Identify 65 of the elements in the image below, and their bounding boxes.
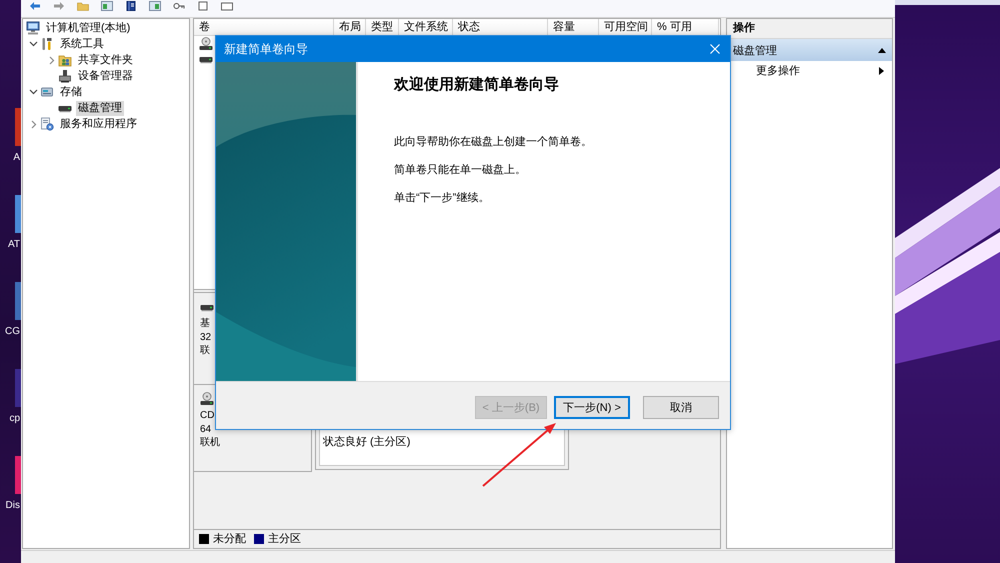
tree-item[interactable]: 共享文件夹	[76, 52, 135, 68]
column-header[interactable]: 状态	[453, 19, 548, 35]
chevron-right-icon[interactable]	[48, 56, 54, 64]
disk-info-text: 32	[200, 330, 212, 344]
folder-icon	[77, 1, 89, 11]
folder-button[interactable]	[77, 1, 89, 11]
tree-item[interactable]: 存储	[58, 84, 84, 100]
computer-icon	[26, 21, 40, 35]
column-header[interactable]: % 可用	[652, 19, 719, 35]
desktop-icon-label[interactable]: AT	[8, 239, 21, 251]
chevron-right-icon[interactable]	[30, 120, 36, 128]
tree-item[interactable]: 系统工具	[58, 36, 106, 52]
storage-icon	[40, 85, 54, 99]
panel-icon	[101, 1, 113, 11]
column-header[interactable]: 布局	[334, 19, 366, 35]
tree-item[interactable]: 设备管理器	[76, 68, 135, 84]
panel-icon	[149, 1, 161, 11]
disk-info-text: 基	[200, 317, 210, 330]
tree-item[interactable]: 计算机管理(本地)	[44, 20, 132, 36]
chevron-down-icon[interactable]	[29, 89, 38, 95]
tree-item[interactable]: 磁盘管理	[76, 100, 124, 116]
chevron-down-icon[interactable]	[29, 41, 38, 47]
wizard-text: 简单卷只能在单一磁盘上。	[394, 163, 526, 177]
legend-label: 主分区	[268, 532, 301, 546]
key-button[interactable]	[173, 1, 185, 11]
arrow-right-icon	[53, 1, 65, 11]
column-header[interactable]: 容量	[548, 19, 599, 35]
device-icon	[58, 69, 72, 83]
column-header[interactable]: 文件系统	[399, 19, 453, 35]
window-button[interactable]	[221, 1, 233, 11]
panel-title: 操作	[727, 19, 892, 39]
arrow-left-icon	[29, 1, 41, 11]
desktop-icon-label[interactable]: CG	[5, 326, 21, 338]
cancel-button[interactable]: 取消	[643, 396, 719, 419]
close-icon	[710, 44, 720, 54]
book-button[interactable]	[125, 1, 137, 11]
next-button[interactable]: 下一步(N) >	[554, 396, 630, 419]
wizard-text: 单击“下一步”继续。	[394, 191, 490, 205]
services-icon	[40, 117, 54, 131]
square-button[interactable]	[197, 1, 209, 11]
desktop-icon-label[interactable]: A	[13, 152, 21, 164]
legend-label: 未分配	[213, 532, 246, 546]
partition-status-text: 状态良好 (主分区)	[323, 436, 410, 448]
desktop-icon-label[interactable]: cp	[9, 413, 21, 425]
optical-drive-icon	[200, 392, 214, 406]
wizard-text: 此向导帮助你在磁盘上创建一个简单卷。	[394, 135, 592, 149]
disk-info-text: 联	[200, 344, 210, 358]
disk-info-text: 联机	[200, 436, 220, 450]
arrow-left-button[interactable]	[29, 1, 41, 11]
column-header[interactable]: 卷	[194, 19, 334, 35]
panel-button[interactable]	[149, 1, 161, 11]
disk-info-text: 64	[200, 422, 212, 436]
wizard-heading: 欢迎使用新建简单卷向导	[394, 75, 559, 95]
key-icon	[173, 1, 185, 11]
desktop-icon-label[interactable]: Dis	[6, 500, 21, 512]
arrow-right-button[interactable]	[53, 1, 65, 11]
panel-button[interactable]	[101, 1, 113, 11]
triangle-right-icon	[879, 66, 884, 74]
shared-folder-icon	[58, 53, 72, 67]
dialog-title: 新建简单卷向导	[224, 42, 308, 56]
tools-icon	[40, 37, 54, 51]
column-header[interactable]: 类型	[366, 19, 399, 35]
tree-item[interactable]: 服务和应用程序	[58, 116, 139, 132]
column-header[interactable]: 可用空间	[599, 19, 652, 35]
disk-info-text: CD	[200, 409, 214, 422]
